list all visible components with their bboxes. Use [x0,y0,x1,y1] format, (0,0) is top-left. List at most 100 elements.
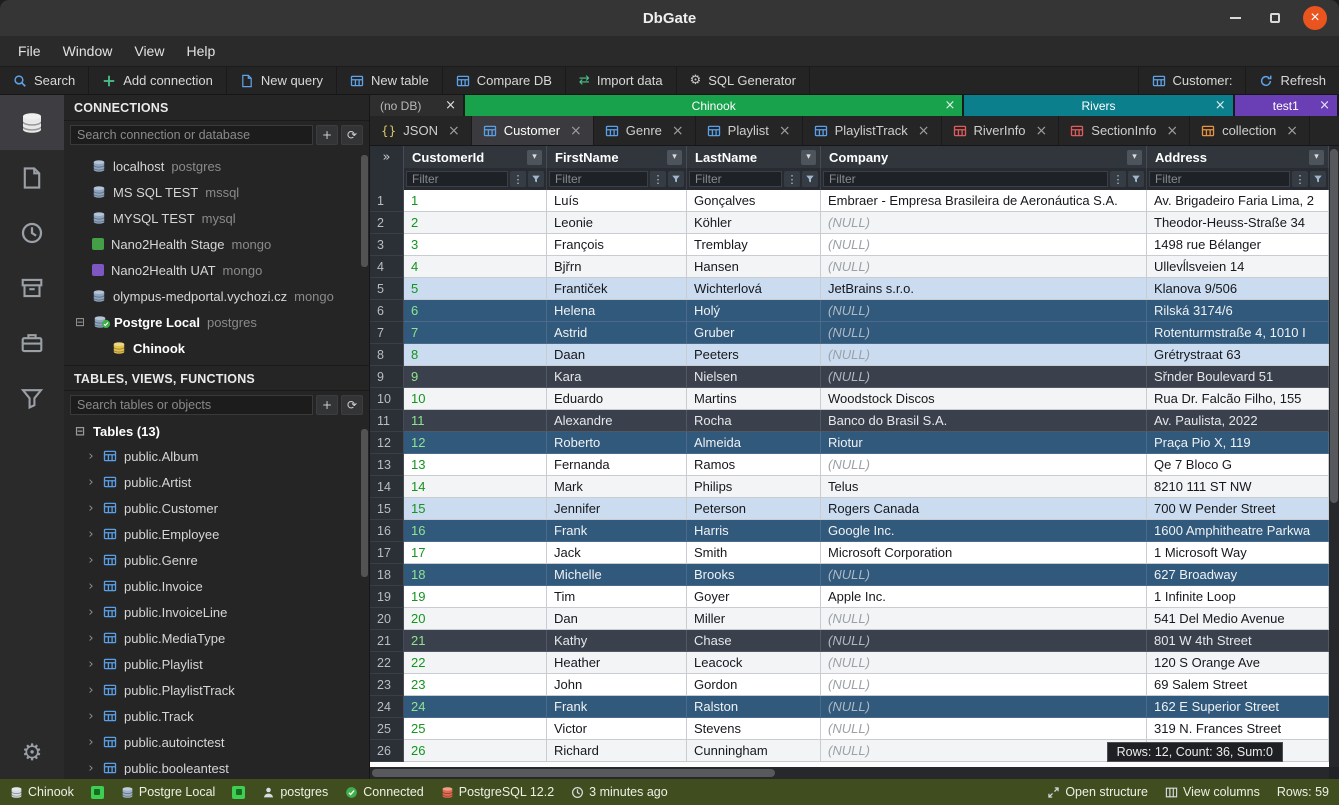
chevron-down-icon[interactable]: ▾ [527,150,542,165]
grid-cell[interactable]: Victor [547,718,687,740]
filter-funnel-icon[interactable] [1128,171,1144,187]
sidebar-history[interactable] [0,205,64,260]
grid-cell[interactable]: (NULL) [821,344,1147,366]
grid-cell[interactable]: (NULL) [821,454,1147,476]
grid-cell[interactable]: Rogers Canada [821,498,1147,520]
status-chinook[interactable]: Chinook [10,785,74,799]
chevron-down-icon[interactable]: ▾ [1309,150,1324,165]
grid-cell[interactable]: 1 Microsoft Way [1147,542,1329,564]
grid-cell[interactable]: Jack [547,542,687,564]
grid-cell[interactable]: JetBrains s.r.o. [821,278,1147,300]
grid-cell[interactable]: 801 W 4th Street [1147,630,1329,652]
filter-input[interactable] [823,171,1108,187]
grid-cell[interactable]: Philips [687,476,821,498]
row-number[interactable]: 8 [370,344,404,366]
close-tab-icon[interactable]: × [918,124,930,138]
tables-search-input[interactable] [70,395,313,415]
row-number[interactable]: 14 [370,476,404,498]
row-number[interactable]: 13 [370,454,404,476]
sidebar-settings[interactable]: ⚙ [0,727,64,779]
row-number[interactable]: 24 [370,696,404,718]
close-tab-icon[interactable]: × [445,99,456,112]
row-number[interactable]: 7 [370,322,404,344]
grid-cell[interactable]: Hansen [687,256,821,278]
table-item-public-booleantest[interactable]: ›public.booleantest [64,755,369,775]
grid-cell[interactable]: Riotur [821,432,1147,454]
grid-cell[interactable]: Peterson [687,498,821,520]
row-number[interactable]: 25 [370,718,404,740]
chevron-down-icon[interactable]: ▾ [801,150,816,165]
table-item-public-autoinctest[interactable]: ›public.autoinctest [64,729,369,755]
grid-cell[interactable]: Richard [547,740,687,762]
connections-scrollbar-thumb[interactable] [361,155,368,267]
menu-view[interactable]: View [124,40,174,62]
close-tab-icon[interactable]: × [1166,124,1178,138]
grid-cell[interactable]: 11 [404,410,547,432]
refresh-tables-button[interactable]: ⟳ [341,395,363,415]
grid-cell[interactable]: (NULL) [821,652,1147,674]
grid-cell[interactable]: Qe 7 Bloco G [1147,454,1329,476]
row-number[interactable]: 1 [370,190,404,212]
grid-cell[interactable]: Ramos [687,454,821,476]
row-number[interactable]: 21 [370,630,404,652]
toolbar-add-connection[interactable]: Add connection [89,67,227,94]
grid-cell[interactable]: (NULL) [821,300,1147,322]
grid-cell[interactable]: Luís [547,190,687,212]
filter-input[interactable] [406,171,508,187]
column-header-address[interactable]: Address▾ [1147,146,1329,168]
grid-cell[interactable]: Woodstock Discos [821,388,1147,410]
column-header-lastname[interactable]: LastName▾ [687,146,821,168]
column-header-firstname[interactable]: FirstName▾ [547,146,687,168]
file-tab-sectioninfo[interactable]: SectionInfo× [1059,116,1190,145]
grid-cell[interactable]: (NULL) [821,366,1147,388]
grid-cell[interactable]: Av. Paulista, 2022 [1147,410,1329,432]
close-tab-icon[interactable]: × [1036,124,1048,138]
grid-cell[interactable]: Miller [687,608,821,630]
chevron-right-icon[interactable]: › [86,658,96,671]
grid-cell[interactable]: Leacock [687,652,821,674]
grid-cell[interactable]: 20 [404,608,547,630]
connection-item-nano2health-uat[interactable]: Nano2Health UATmongo [64,257,369,283]
menu-window[interactable]: Window [53,40,123,62]
row-number[interactable]: 5 [370,278,404,300]
close-tab-icon[interactable]: × [944,99,955,112]
grid-cell[interactable]: 5 [404,278,547,300]
grid-cell[interactable]: 26 [404,740,547,762]
row-number[interactable]: 4 [370,256,404,278]
table-item-public-album[interactable]: ›public.Album [64,443,369,469]
filter-menu-icon[interactable]: ⋮ [510,171,526,187]
grid-cell[interactable]: 8210 111 ST NW [1147,476,1329,498]
table-item-public-playlisttrack[interactable]: ›public.PlaylistTrack [64,677,369,703]
status-postgre-local[interactable]: Postgre Local [121,785,215,799]
grid-cell[interactable]: (NULL) [821,322,1147,344]
maximize-button[interactable] [1263,6,1287,30]
grid-cell[interactable]: (NULL) [821,740,1147,762]
grid-cell[interactable]: Roberto [547,432,687,454]
grid-cell[interactable]: Telus [821,476,1147,498]
grid-cell[interactable]: 1 Infinite Loop [1147,586,1329,608]
file-tab-json[interactable]: {}JSON× [370,116,472,145]
grid-cell[interactable]: 24 [404,696,547,718]
grid-cell[interactable]: (NULL) [821,234,1147,256]
filter-menu-icon[interactable]: ⋮ [784,171,800,187]
row-number[interactable]: 20 [370,608,404,630]
grid-cell[interactable]: Microsoft Corporation [821,542,1147,564]
connection-item-mysql-test[interactable]: MYSQL TESTmysql [64,205,369,231]
db-tab-rivers[interactable]: Rivers× [964,95,1234,116]
table-item-public-invoice[interactable]: ›public.Invoice [64,573,369,599]
table-item-public-track[interactable]: ›public.Track [64,703,369,729]
row-number[interactable]: 9 [370,366,404,388]
add-connection-small-button[interactable]: + [316,125,338,145]
close-button[interactable]: × [1303,6,1327,30]
grid-cell[interactable]: 4 [404,256,547,278]
grid-cell[interactable]: 8 [404,344,547,366]
grid-cell[interactable]: 10 [404,388,547,410]
grid-cell[interactable]: Brooks [687,564,821,586]
chevron-right-icon[interactable]: › [86,528,96,541]
grid-cell[interactable]: Rua Dr. Falcão Filho, 155 [1147,388,1329,410]
grid-cell[interactable]: 25 [404,718,547,740]
grid-cell[interactable]: 120 S Orange Ave [1147,652,1329,674]
row-number[interactable]: 12 [370,432,404,454]
chevron-down-icon[interactable]: ▾ [1127,150,1142,165]
horizontal-scrollbar[interactable] [370,767,1329,779]
